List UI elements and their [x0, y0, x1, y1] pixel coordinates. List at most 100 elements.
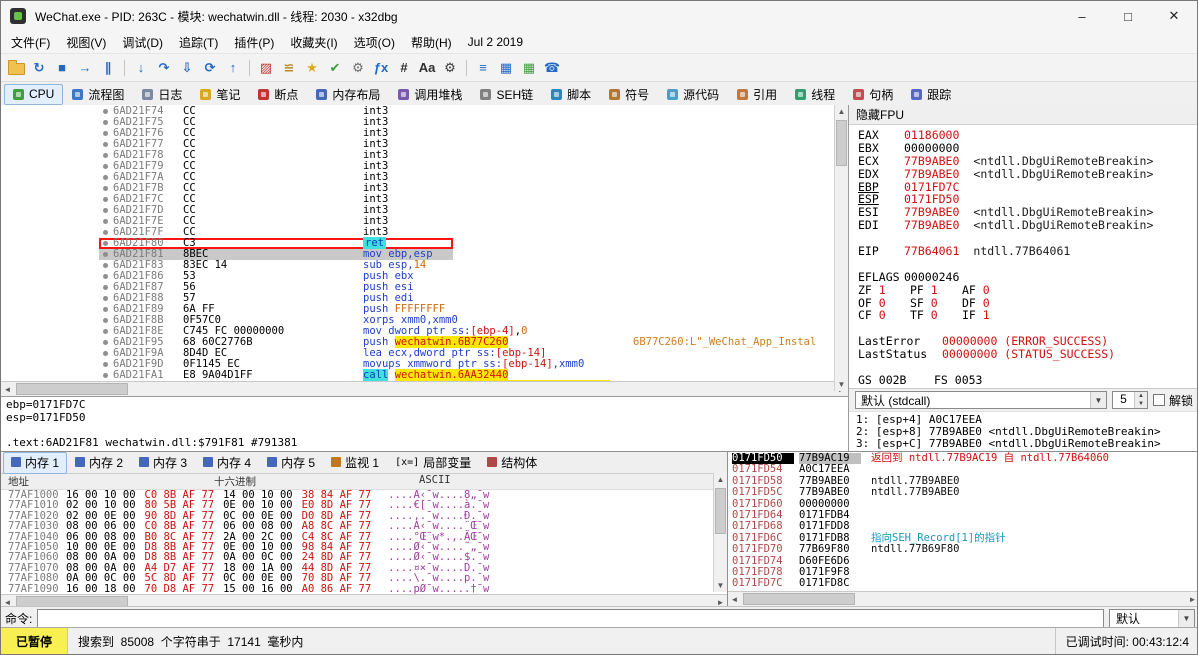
tab-notes[interactable]: 笔记	[191, 83, 249, 107]
breakpoint-dot[interactable]	[103, 109, 108, 114]
disassembly-horizontal-scrollbar[interactable]: ◄ ►	[1, 381, 848, 396]
calculator-icon[interactable]: ▦	[495, 57, 517, 79]
dump-vertical-scrollbar[interactable]: ▲ ▼	[713, 473, 727, 592]
breakpoint-dot[interactable]	[103, 241, 108, 246]
tab-script[interactable]: 脚本	[542, 83, 600, 107]
step-over-icon[interactable]: ↷	[153, 57, 175, 79]
tab-mem4[interactable]: 内存 4	[195, 452, 259, 474]
check-icon[interactable]: ✔	[324, 57, 346, 79]
tab-log[interactable]: 日志	[133, 83, 191, 107]
scrollbar-track[interactable]	[714, 486, 727, 579]
breakpoint-dot[interactable]	[103, 373, 108, 378]
checkbox-box[interactable]	[1153, 394, 1165, 406]
tab-trace[interactable]: 跟踪	[902, 83, 960, 107]
tab-mem5[interactable]: 内存 5	[259, 452, 323, 474]
tab-source[interactable]: 源代码	[658, 83, 728, 107]
stack-horizontal-scrollbar[interactable]: ◄ ►	[728, 591, 1198, 606]
tab-seh[interactable]: SEH链	[471, 83, 542, 107]
disassembly-view[interactable]: 6AD21F74CCint36AD21F75CCint36AD21F76CCin…	[1, 105, 848, 381]
assemble-icon[interactable]: Aa	[416, 57, 438, 79]
menu-item-5[interactable]: 收藏夹(I)	[282, 32, 345, 53]
stop-icon[interactable]: ■	[51, 57, 73, 79]
breakpoint-dot[interactable]	[103, 219, 108, 224]
breakpoint-dot[interactable]	[103, 208, 108, 213]
tab-mem2[interactable]: 内存 2	[67, 452, 131, 474]
breakpoint-dot[interactable]	[103, 307, 108, 312]
settings-gears-icon[interactable]: ⚙	[347, 57, 369, 79]
menu-item-3[interactable]: 追踪(T)	[171, 32, 226, 53]
breakpoint-dot[interactable]	[103, 131, 108, 136]
menu-item-4[interactable]: 插件(P)	[226, 32, 282, 53]
scrollbar-thumb[interactable]	[715, 488, 726, 534]
maximize-button[interactable]: □	[1105, 1, 1151, 31]
breakpoint-dot[interactable]	[103, 329, 108, 334]
tab-threads[interactable]: 线程	[786, 83, 844, 107]
dump-row[interactable]: 77AF103008 00 06 00C0 8B AF 7706 00 08 0…	[8, 521, 727, 531]
register-row[interactable]: ZF 1PF 1AF 0	[858, 284, 1198, 297]
scrollbar-track[interactable]	[14, 382, 835, 396]
breakpoint-dot[interactable]	[103, 351, 108, 356]
tab-breakpoints[interactable]: 断点	[249, 83, 307, 107]
breakpoint-dot[interactable]	[103, 120, 108, 125]
execute-till-return-icon[interactable]: ↑	[222, 57, 244, 79]
scroll-down-arrow[interactable]: ▼	[714, 579, 727, 592]
trace-into-icon[interactable]: ⇩	[176, 57, 198, 79]
breakpoint-dot[interactable]	[103, 285, 108, 290]
unlock-checkbox[interactable]: 解锁	[1153, 392, 1193, 409]
compare-icon[interactable]: ≌	[278, 57, 300, 79]
breakpoint-dot[interactable]	[103, 340, 108, 345]
breakpoint-dot[interactable]	[103, 197, 108, 202]
tab-symbols[interactable]: 符号	[600, 83, 658, 107]
menu-item-1[interactable]: 视图(V)	[58, 32, 114, 53]
breakpoint-dot[interactable]	[103, 164, 108, 169]
register-row[interactable]: GS 002BFS 0053	[858, 374, 1198, 387]
trace-over-icon[interactable]: ⟳	[199, 57, 221, 79]
register-row[interactable]: EDI77B9ABE0<ntdll.DbgUiRemoteBreakin>	[858, 219, 1198, 232]
chevron-down-icon[interactable]: ▼	[1090, 392, 1106, 408]
scroll-up-arrow[interactable]: ▲	[714, 473, 727, 486]
dump-row[interactable]: 77AF109016 00 18 0070 D8 AF 7715 00 16 0…	[8, 584, 727, 594]
patches-icon[interactable]: ▨	[255, 57, 277, 79]
close-button[interactable]: ✕	[1151, 1, 1197, 31]
tab-references[interactable]: 引用	[728, 83, 786, 107]
spinner-up-icon[interactable]: ▲	[1135, 392, 1147, 400]
chevron-down-icon[interactable]: ▼	[1178, 610, 1194, 627]
tab-memory-map[interactable]: 内存布局	[307, 83, 389, 107]
register-row[interactable]: OF 0SF 0DF 0	[858, 297, 1198, 310]
breakpoint-dot[interactable]	[103, 252, 108, 257]
breakpoint-dot[interactable]	[103, 296, 108, 301]
breakpoint-dot[interactable]	[103, 153, 108, 158]
breakpoint-dot[interactable]	[103, 230, 108, 235]
command-syntax-dropdown[interactable]: 默认 ▼	[1109, 609, 1195, 628]
register-row[interactable]: EFLAGS00000246	[858, 271, 1198, 284]
menu-item-2[interactable]: 调试(D)	[114, 32, 171, 53]
scroll-left-arrow[interactable]: ◄	[1, 383, 14, 396]
calling-convention-dropdown[interactable]: 默认 (stdcall) ▼	[855, 391, 1107, 409]
register-row[interactable]: EIP77B64061ntdll.77B64061	[858, 245, 1198, 258]
tab-mem3[interactable]: 内存 3	[131, 452, 195, 474]
menu-item-8[interactable]: Jul 2 2019	[460, 33, 531, 51]
registers-view[interactable]: EAX01186000EBX00000000ECX77B9ABE0<ntdll.…	[849, 125, 1198, 388]
scrollbar-thumb[interactable]	[836, 120, 847, 166]
menu-item-0[interactable]: 文件(F)	[3, 32, 58, 53]
breakpoint-dot[interactable]	[103, 274, 108, 279]
scroll-left-arrow[interactable]: ◄	[728, 593, 741, 606]
argument-depth-spinner[interactable]: 5 ▲ ▼	[1112, 391, 1148, 409]
scroll-up-arrow[interactable]: ▲	[835, 105, 848, 118]
scrollbar-track[interactable]	[741, 592, 1186, 606]
spinner-down-icon[interactable]: ▼	[1135, 400, 1147, 408]
tab-cpu[interactable]: CPU	[4, 84, 63, 105]
minimize-button[interactable]: –	[1059, 1, 1105, 31]
tab-mem1[interactable]: 内存 1	[3, 452, 67, 474]
breakpoint-dot[interactable]	[103, 362, 108, 367]
breakpoint-dot[interactable]	[103, 142, 108, 147]
stack-row[interactable]: 0171FD5C77B9ABE0ntdll.77B9ABE0	[732, 487, 1198, 498]
scrollbar-thumb[interactable]	[16, 383, 128, 395]
hide-fpu-button[interactable]: 隐藏FPU	[849, 105, 1198, 125]
disassembly-vertical-scrollbar[interactable]: ▲ ▼	[834, 105, 848, 391]
remote-icon[interactable]: ☎	[541, 57, 563, 79]
register-row[interactable]: CF 0TF 0IF 1	[858, 309, 1198, 322]
notes-icon[interactable]: ≡	[472, 57, 494, 79]
favourites-icon[interactable]: ★	[301, 57, 323, 79]
register-row[interactable]: LastStatus00000000 (STATUS_SUCCESS)	[858, 348, 1198, 361]
